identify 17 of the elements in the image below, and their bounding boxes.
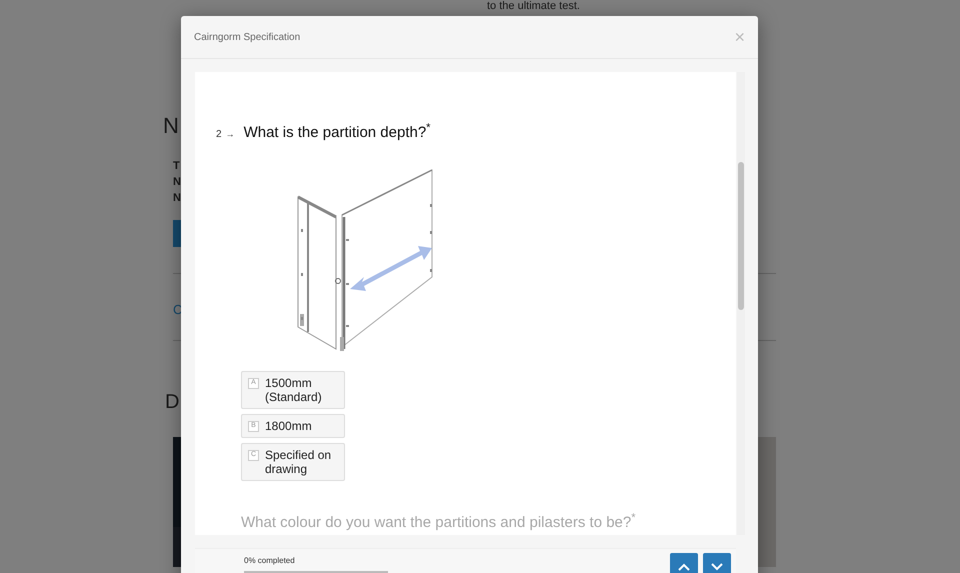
scrollbar[interactable] xyxy=(737,72,745,535)
chevron-up-icon xyxy=(678,563,690,571)
next-button[interactable] xyxy=(703,553,731,573)
question-number: 2 xyxy=(216,128,222,142)
page-text: T xyxy=(173,159,181,174)
arrow-icon: → xyxy=(226,128,235,142)
progress-text: 0% completed xyxy=(244,555,296,567)
section-heading: D xyxy=(165,390,180,414)
modal-title: Cairngorm Specification xyxy=(194,30,300,44)
intro-text: to the ultimate test. xyxy=(487,0,580,12)
previous-button[interactable] xyxy=(670,553,698,573)
page-text: N xyxy=(173,191,182,206)
next-question-text: What colour do you want the partitions and pilasters to be?$^{*}$ xyxy=(241,510,637,532)
chevron-down-icon xyxy=(711,563,723,571)
page-heading: N xyxy=(163,112,179,140)
question-text: What is the partition depth?$^{*}$ xyxy=(244,122,431,143)
page-text: N xyxy=(173,175,182,190)
